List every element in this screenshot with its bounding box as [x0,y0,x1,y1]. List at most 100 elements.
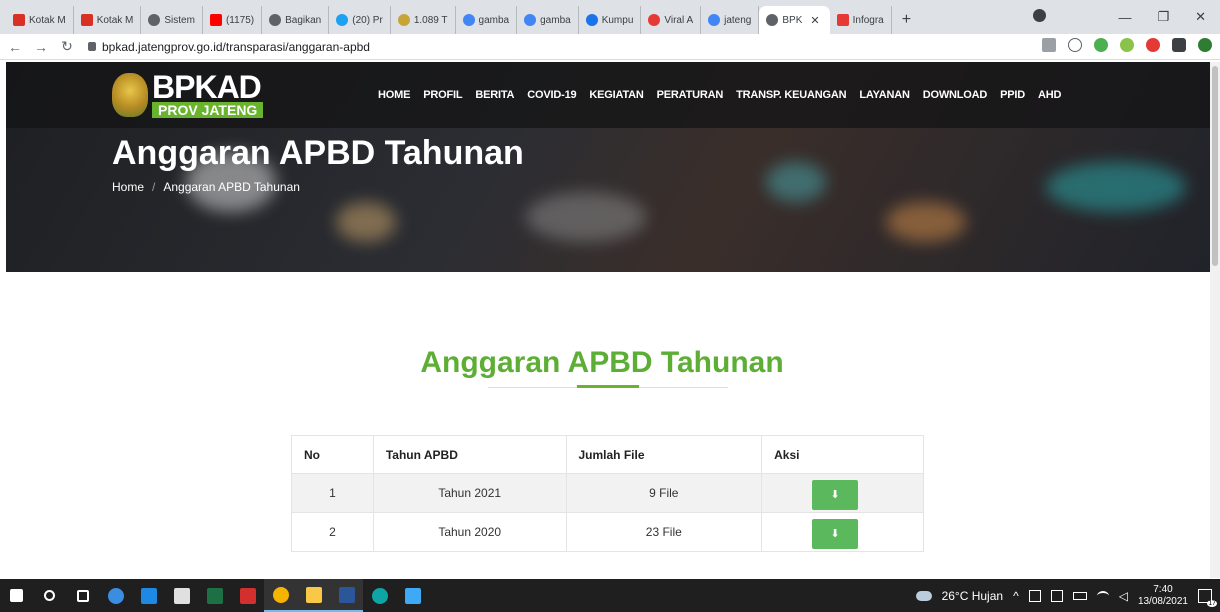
menu-kegiatan[interactable]: KEGIATAN [589,89,643,101]
wifi-icon[interactable] [1096,590,1109,601]
download-icon: ⬇ [830,489,840,501]
close-tab-icon[interactable]: ✕ [810,14,819,27]
new-tab-button[interactable]: + [892,6,921,34]
browser-tab[interactable]: gamba [456,6,518,34]
download-button[interactable]: ⬇ [812,479,859,510]
menu-covid[interactable]: COVID-19 [527,89,576,101]
kumparan-icon [585,14,598,26]
start-button[interactable] [0,579,33,612]
back-icon[interactable]: ← [4,39,26,55]
clock[interactable]: 7:40 13/08/2021 [1138,584,1188,608]
extension-icon[interactable] [1094,38,1108,52]
background-bokeh [1046,162,1186,212]
close-window-icon[interactable]: ✕ [1195,9,1206,25]
reload-icon[interactable]: ↻ [56,38,78,55]
browser-tab[interactable]: Kotak M [74,6,142,34]
browser-tab[interactable]: jateng [701,6,760,34]
cell-jumlah: 23 File [565,512,763,552]
browser-tab[interactable]: (1175) [203,6,263,34]
forward-icon[interactable]: → [30,39,52,55]
cell-aksi: ⬇ [761,512,924,552]
taskbar-app[interactable] [297,579,330,612]
volume-icon[interactable]: ◁ [1119,589,1128,603]
taskbar-app[interactable] [396,579,429,612]
taskbar-app[interactable] [132,579,165,612]
browser-tab-active[interactable]: BPK ✕ [759,6,830,34]
globe-icon [269,14,282,26]
minimize-icon[interactable]: — [1118,10,1131,25]
scrollbar-thumb[interactable] [1212,66,1218,266]
extension-icon[interactable] [1120,38,1134,52]
gmail-icon [80,14,93,26]
tray-icon[interactable] [1028,589,1041,602]
menu-ppid[interactable]: PPID [1000,89,1025,101]
taskbar-app[interactable] [330,579,363,612]
edge-icon [371,587,388,604]
extensions-puzzle-icon[interactable] [1172,38,1186,52]
column-header-no: No [291,435,374,474]
download-button[interactable]: ⬇ [812,518,859,549]
background-bokeh [766,162,826,202]
taskbar-app[interactable] [165,579,198,612]
mail-icon [140,587,157,604]
menu-layanan[interactable]: LAYANAN [859,89,910,101]
menu-ahd[interactable]: AHD [1038,89,1061,101]
address-bar[interactable]: bpkad.jatengprov.go.id/transparasi/angga… [88,40,370,54]
menu-berita[interactable]: BERITA [475,89,514,101]
clock-date: 13/08/2021 [1137,595,1188,607]
browser-tab[interactable]: (20) Pr [329,6,391,34]
taskbar-app[interactable] [363,579,396,612]
viral-icon [648,14,661,26]
adblock-icon[interactable] [1146,38,1160,52]
cell-aksi: ⬇ [761,473,924,513]
weather-text[interactable]: 26°C Hujan [942,589,1004,603]
browser-tab[interactable]: gamba [517,6,579,34]
bookmark-star-icon[interactable] [1068,38,1082,52]
taskbar-app[interactable] [99,579,132,612]
title-accent-bar [577,385,639,388]
taskbar-app[interactable] [231,579,264,612]
table-row: 2 Tahun 2020 23 File ⬇ [291,512,924,552]
chevron-up-icon[interactable]: ^ [1013,589,1019,603]
cell-no: 2 [291,512,374,552]
chrome-icon [272,586,289,603]
menu-transp-keuangan[interactable]: TRANSP. KEUANGAN [736,89,846,101]
browser-toolbar: ← → ↻ bpkad.jatengprov.go.id/transparasi… [0,34,1220,60]
task-view-button[interactable] [66,579,99,612]
table-header-row: No Tahun APBD Jumlah File Aksi [291,435,924,474]
photos-icon [404,587,421,604]
browser-tab[interactable]: Viral A [641,6,702,34]
taskbar-app[interactable] [198,579,231,612]
browser-tab[interactable]: Kumpu [579,6,642,34]
menu-peraturan[interactable]: PERATURAN [657,89,724,101]
site-navbar: BPKAD PROV JATENG HOME PROFIL BERITA COV… [6,62,1210,128]
tab-search-icon[interactable] [1033,9,1046,22]
app-icon [107,587,124,604]
restore-icon[interactable]: ❐ [1157,9,1169,25]
battery-icon[interactable] [1072,591,1087,600]
menu-home[interactable]: HOME [378,89,410,101]
breadcrumb-home[interactable]: Home [112,180,144,194]
cell-tahun: Tahun 2020 [372,512,567,552]
tray-icon[interactable] [1050,589,1063,602]
browser-tab[interactable]: Bagikan [262,6,330,34]
browser-tab[interactable]: Kotak M [6,6,74,34]
windows-icon [10,589,23,602]
gmail-icon [13,14,25,26]
taskbar-app-chrome[interactable] [264,579,297,612]
lock-icon [88,42,96,51]
menu-profil[interactable]: PROFIL [423,89,462,101]
site-header: BPKAD PROV JATENG HOME PROFIL BERITA COV… [6,62,1210,272]
profile-avatar[interactable] [1198,38,1212,52]
notification-icon[interactable]: 17 [1198,588,1217,607]
breadcrumb: Home / Anggaran APBD Tahunan [112,180,300,194]
logo-main-text: BPKAD [152,69,262,105]
browser-tab[interactable]: Sistem [141,6,203,34]
browser-tab[interactable]: Infogra [830,6,892,34]
site-logo[interactable]: BPKAD PROV JATENG [112,69,264,118]
main-menu: HOME PROFIL BERITA COVID-19 KEGIATAN PER… [378,89,1061,101]
browser-tab[interactable]: 1.089 T [391,6,456,34]
translate-icon[interactable] [1042,38,1056,52]
search-button[interactable] [33,579,66,612]
menu-download[interactable]: DOWNLOAD [923,89,988,101]
